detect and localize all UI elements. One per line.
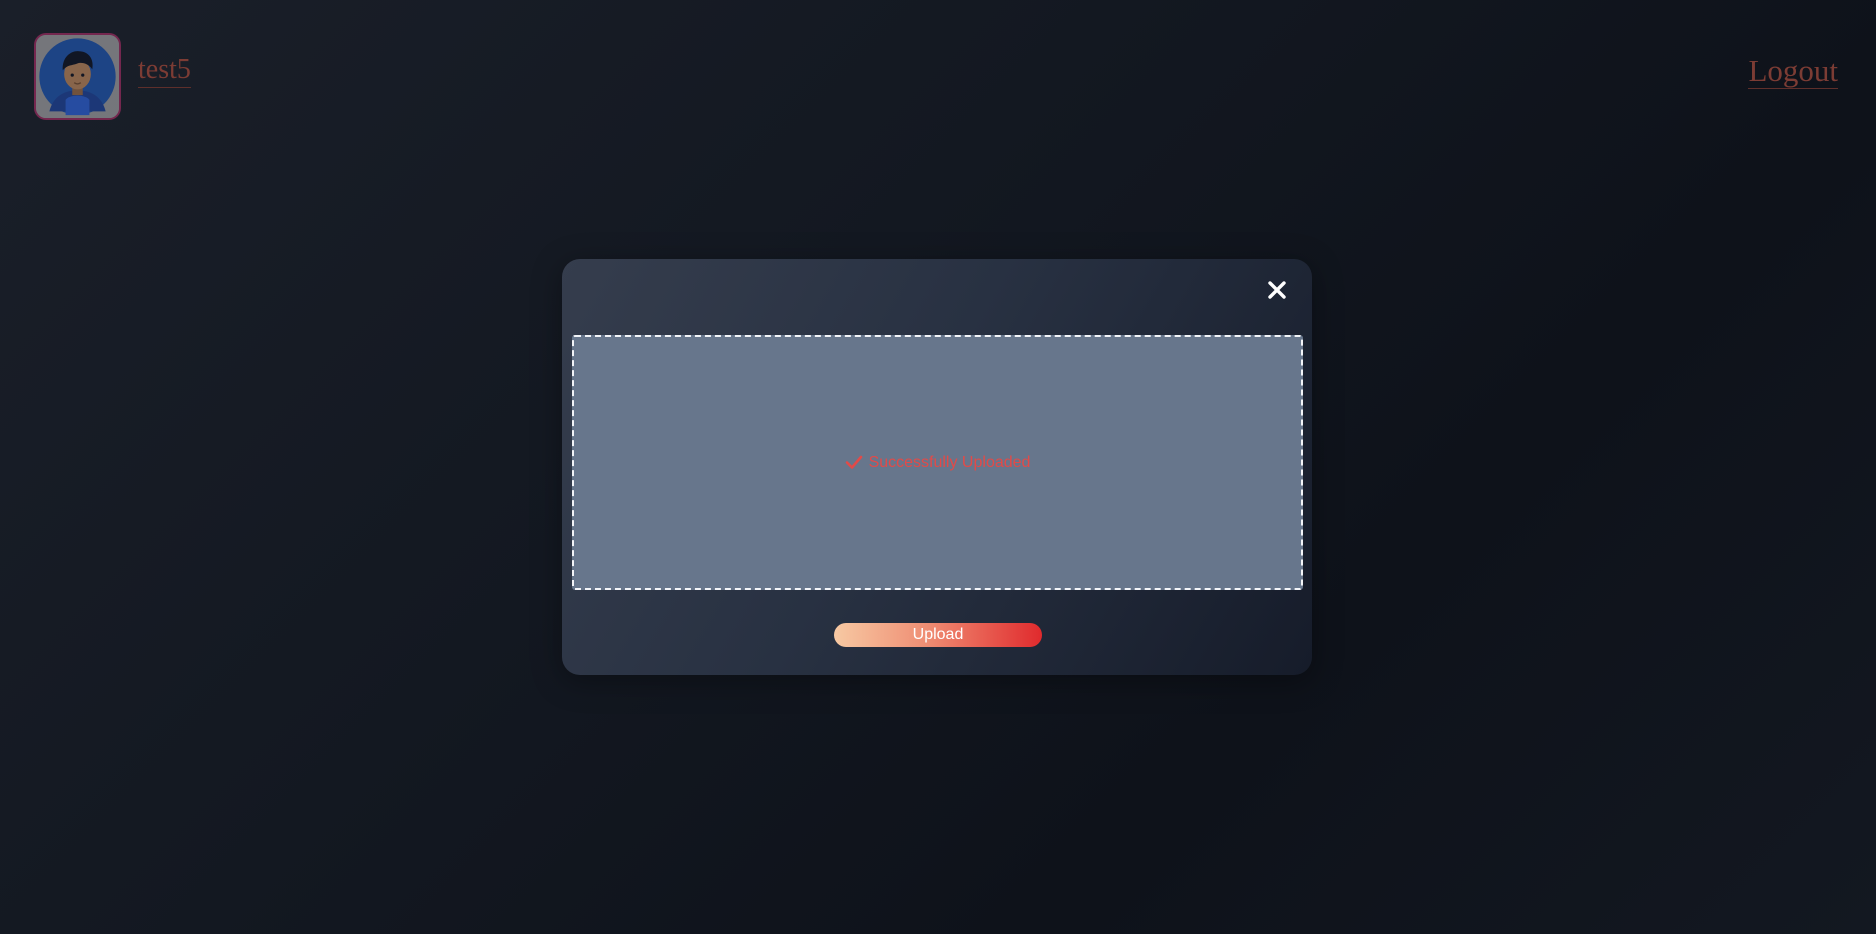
upload-status-text: Successfully Uploaded [868,454,1031,471]
header: test5 Logout [0,0,1876,150]
avatar[interactable] [34,33,121,120]
username-link[interactable]: test5 [138,54,191,88]
user-avatar-icon [36,35,119,118]
close-icon [1268,281,1286,299]
upload-status: Successfully Uploaded [574,453,1301,473]
close-button[interactable] [1262,275,1292,305]
upload-button[interactable]: Upload [834,623,1042,647]
checkmark-icon [845,455,862,469]
logout-link[interactable]: Logout [1748,54,1838,89]
upload-modal: Successfully Uploaded Upload [562,259,1312,675]
file-dropzone[interactable]: Successfully Uploaded [572,335,1303,590]
